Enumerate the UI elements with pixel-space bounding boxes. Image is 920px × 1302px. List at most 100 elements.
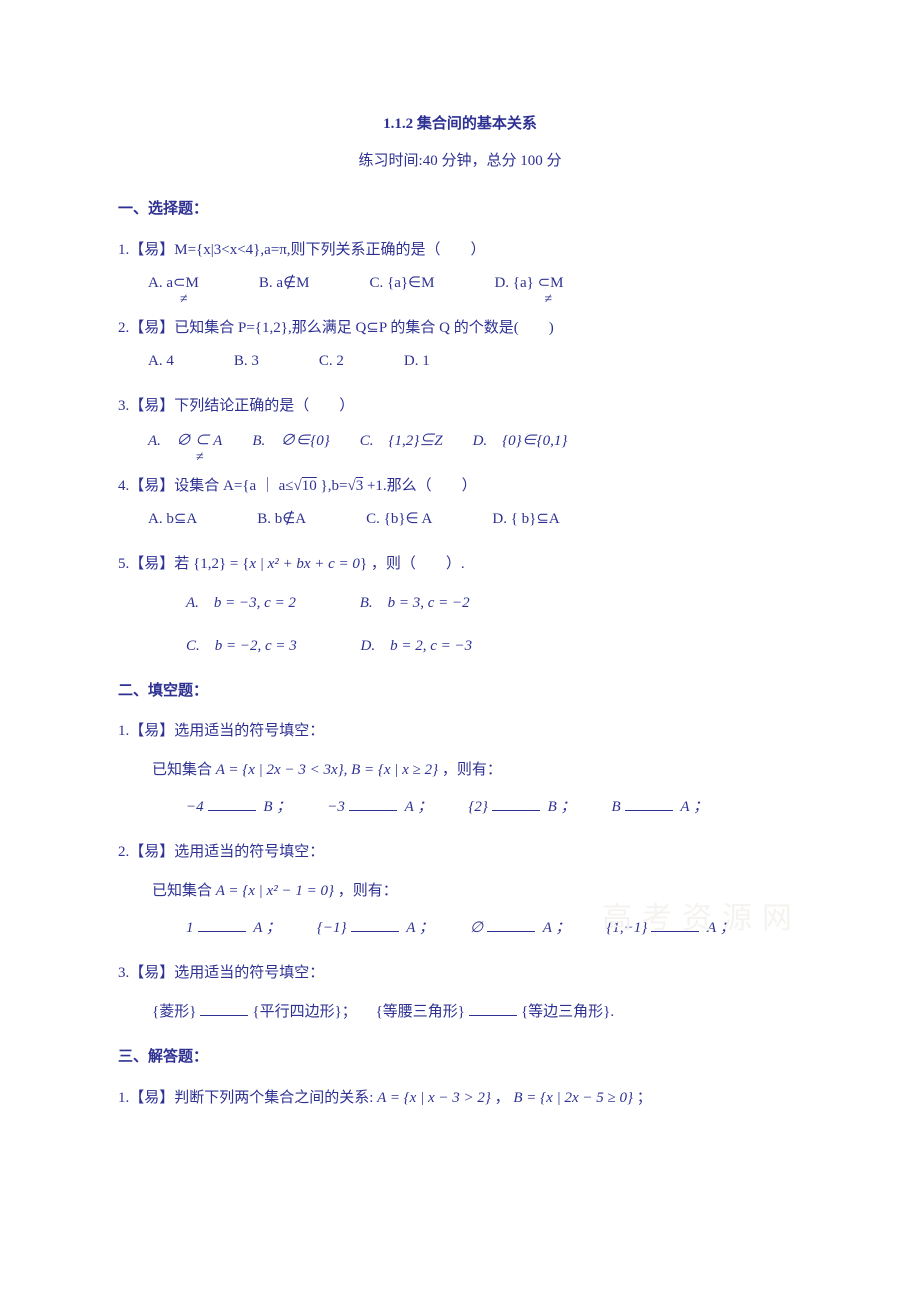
mc-q1: 1.【易】M={x|3<x<4},a=π,则下列关系正确的是（ ） A. a⊂M… (118, 234, 802, 300)
fb-q2-blanks: 1 A ； {−1} A ； ∅ A ； {1,−1} A ； (118, 912, 802, 945)
fb-q2-b3: ∅ A ； (470, 912, 570, 945)
mc-q5-optA: A. b = −3, c = 2 (186, 595, 296, 611)
mc-q4-optB: B. b∉A (257, 503, 306, 536)
blank-input[interactable] (625, 797, 673, 811)
mc-q4-stem-mid: },b= (317, 478, 348, 494)
blank-input[interactable] (351, 918, 399, 932)
fb-q1-post: ，则有： (438, 762, 502, 778)
mc-q5-stem-math: x | x² + bx + c = 0 (249, 556, 360, 572)
mc-q4-optC: C. {b}∈ A (366, 503, 432, 536)
mc-q1-optA: A. a⊂M ≠ (148, 267, 199, 300)
mc-q3-optB: B. ∅∈{0} (252, 425, 329, 458)
fb-q1-b3a: {2} (468, 799, 488, 815)
section-mc-title: 一、选择题： (118, 195, 802, 224)
mc-q5-stem: 5.【易】若 {1,2} = {x | x² + bx + c = 0} ，则（… (118, 548, 802, 581)
mc-q3-optA-text: A. ∅ ⊂ A (148, 433, 222, 449)
fb-q2-b2b: A ； (406, 920, 434, 936)
fb-q1-b2b: A ； (405, 799, 433, 815)
mc-q5-stem-post: } ，则（ ）. (360, 556, 465, 572)
blank-input[interactable] (200, 1002, 248, 1016)
fb-q2-post: ，则有： (334, 883, 398, 899)
fb-q2-b3a: ∅ (470, 920, 483, 936)
mc-q1-optD: D. {a} ⊂M ≠ (494, 267, 563, 300)
fb-q2-math: A = {x | x² − 1 = 0} (216, 883, 334, 899)
fb-q1-b1: −4 B ； (186, 791, 291, 824)
blank-input[interactable] (208, 797, 256, 811)
blank-input[interactable] (349, 797, 397, 811)
fb-q1-b3: {2} B ； (468, 791, 575, 824)
mc-q1-stem: 1.【易】M={x|3<x<4},a=π,则下列关系正确的是（ ） (118, 234, 802, 267)
fb-q1-b1a: −4 (186, 799, 204, 815)
section-sa-title: 三、解答题： (118, 1043, 802, 1072)
mc-q2: 2.【易】已知集合 P={1,2},那么满足 Q⊆P 的集合 Q 的个数是( )… (118, 312, 802, 378)
fb-q2: 2.【易】选用适当的符号填空： 已知集合 A = {x | x² − 1 = 0… (118, 836, 802, 945)
fb-q2-b1b: A ； (253, 920, 281, 936)
mc-q5: 5.【易】若 {1,2} = {x | x² + bx + c = 0} ，则（… (118, 548, 802, 663)
fb-q1-b4a: B (612, 799, 621, 815)
mc-q4-stem-post: +1.那么（ ） (363, 478, 476, 494)
mc-q3-stem: 3.【易】下列结论正确的是（ ） (118, 390, 802, 423)
fb-q1-b4: B A ； (612, 791, 709, 824)
fb-q2-b2a: {−1} (317, 920, 347, 936)
blank-input[interactable] (651, 918, 699, 932)
fb-q1-stem: 1.【易】选用适当的符号填空： (118, 715, 802, 748)
blank-input[interactable] (469, 1002, 517, 1016)
page-title: 1.1.2 集合间的基本关系 (118, 110, 802, 139)
mc-q2-optB: B. 3 (234, 345, 259, 378)
section-fb-title: 二、填空题： (118, 677, 802, 706)
mc-q1-optD-text: D. {a} ⊂M (494, 275, 563, 291)
mc-q3-optA: A. ∅ ⊂ A ≠ (148, 425, 222, 458)
sa-q1-math1: A = {x | x − 3 > 2} (377, 1090, 491, 1106)
fb-q1-pre: 已知集合 (152, 762, 216, 778)
fb-q3-t2: {平行四边形}； (252, 1004, 356, 1020)
fb-q3: 3.【易】选用适当的符号填空： {菱形}{平行四边形}； {等腰三角形}{等边三… (118, 957, 802, 1029)
sqrt-10: 10 (302, 478, 317, 494)
blank-input[interactable] (487, 918, 535, 932)
fb-q2-b4a: {1,−1} (606, 920, 647, 936)
mc-q3: 3.【易】下列结论正确的是（ ） A. ∅ ⊂ A ≠ B. ∅∈{0} C. … (118, 390, 802, 458)
fb-q2-b4b: A ； (707, 920, 735, 936)
mc-q4: 4.【易】设集合 A={a ｜ a≤√10 },b=√3 +1.那么（ ） A.… (118, 470, 802, 536)
fb-q1-b2: −3 A ； (327, 791, 432, 824)
fb-q1-b2a: −3 (327, 799, 345, 815)
sa-q1-math2: B = {x | 2x − 5 ≥ 0} (513, 1090, 633, 1106)
page-subtitle: 练习时间:40 分钟，总分 100 分 (118, 147, 802, 176)
fb-q3-line: {菱形}{平行四边形}； {等腰三角形}{等边三角形}. (118, 996, 802, 1029)
blank-input[interactable] (198, 918, 246, 932)
sa-q1-pre: 1.【易】判断下列两个集合之间的关系: (118, 1090, 377, 1106)
fb-q1-b1b: B ； (263, 799, 291, 815)
mc-q1-optA-text: A. a⊂M (148, 275, 199, 291)
mc-q1-optC: C. {a}∈M (369, 267, 434, 300)
fb-q1-blanks: −4 B ； −3 A ； {2} B ； B A ； (118, 791, 802, 824)
mc-q3-optC: C. {1,2}⊆Z (360, 425, 443, 458)
sa-q1: 1.【易】判断下列两个集合之间的关系: A = {x | x − 3 > 2} … (118, 1082, 802, 1115)
mc-q5-optD: D. b = 2, c = −3 (361, 638, 473, 654)
fb-q1-given: 已知集合 A = {x | 2x − 3 < 3x}, B = {x | x ≥… (118, 754, 802, 787)
fb-q1-b3b: B ； (548, 799, 576, 815)
fb-q2-b1a: 1 (186, 920, 194, 936)
fb-q3-stem: 3.【易】选用适当的符号填空： (118, 957, 802, 990)
fb-q1-b4b: A ； (680, 799, 708, 815)
mc-q5-optC: C. b = −2, c = 3 (186, 638, 297, 654)
mc-q5-stem-pre: 5.【易】若 {1,2} = { (118, 556, 249, 572)
fb-q2-b1: 1 A ； (186, 912, 281, 945)
subsetneq-icon: ≠ (544, 285, 552, 316)
mc-q2-optD: D. 1 (404, 345, 430, 378)
fb-q1-math: A = {x | 2x − 3 < 3x}, B = {x | x ≥ 2} (216, 762, 438, 778)
fb-q2-pre: 已知集合 (152, 883, 216, 899)
blank-input[interactable] (492, 797, 540, 811)
mc-q4-optA: A. b⊆A (148, 503, 197, 536)
mc-q4-stem-pre: 4.【易】设集合 A={a ｜ a≤ (118, 478, 294, 494)
fb-q2-b4: {1,−1} A ； (606, 912, 734, 945)
sa-q1-mid: ， (491, 1090, 514, 1106)
subsetneq-icon: ≠ (196, 443, 204, 474)
fb-q2-b3b: A ； (543, 920, 571, 936)
mc-q1-optB: B. a∉M (259, 267, 310, 300)
mc-q2-optA: A. 4 (148, 345, 174, 378)
sa-q1-post: ； (633, 1090, 652, 1106)
subsetneq-icon: ≠ (180, 285, 188, 316)
mc-q2-optC: C. 2 (319, 345, 344, 378)
mc-q4-optD: D. { b}⊆A (492, 503, 559, 536)
mc-q2-stem: 2.【易】已知集合 P={1,2},那么满足 Q⊆P 的集合 Q 的个数是( ) (118, 312, 802, 345)
fb-q2-b2: {−1} A ； (317, 912, 434, 945)
